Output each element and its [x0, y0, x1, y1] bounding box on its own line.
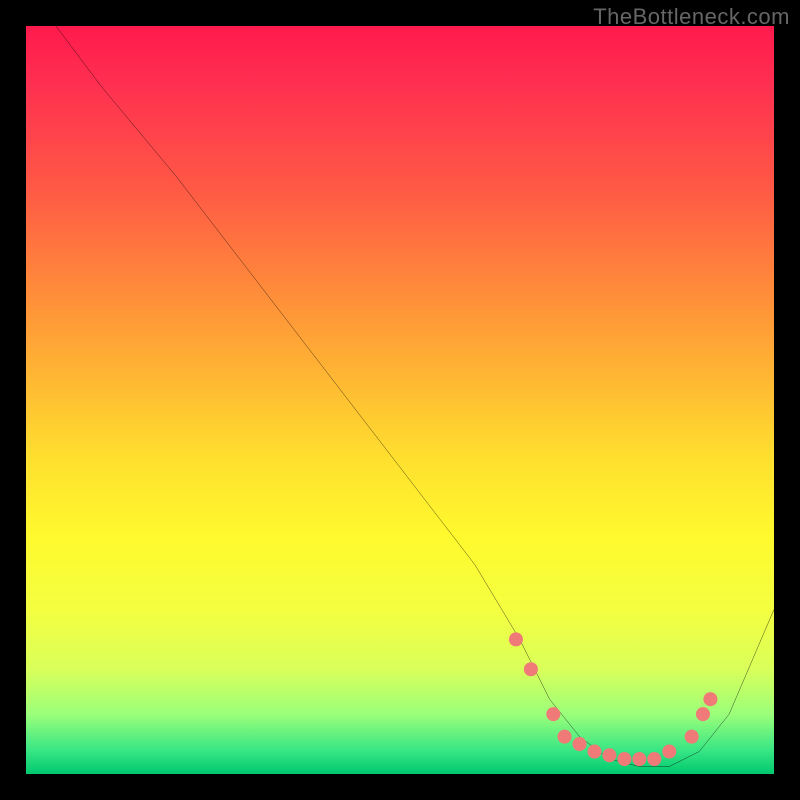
chart-frame: TheBottleneck.com — [0, 0, 800, 800]
plot-background-gradient — [26, 26, 774, 774]
watermark-text: TheBottleneck.com — [593, 4, 790, 30]
